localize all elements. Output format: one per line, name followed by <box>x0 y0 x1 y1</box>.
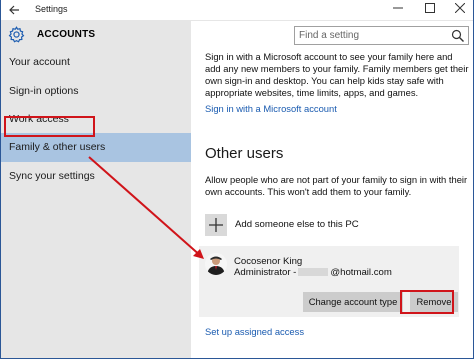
microsoft-account-link[interactable]: Sign in with a Microsoft account <box>205 103 337 114</box>
sidebar-item-label: Your account <box>9 56 70 68</box>
window-title: Settings <box>35 4 68 14</box>
redacted-email <box>298 268 329 277</box>
sidebar-item-label: Sign-in options <box>9 85 79 97</box>
close-button[interactable] <box>445 0 473 21</box>
user-card[interactable]: Cocosenor King Administrator - @hotmail.c… <box>199 246 459 317</box>
maximize-button[interactable] <box>415 0 445 21</box>
arrow-left-icon <box>8 5 19 15</box>
add-user-button[interactable]: Add someone else to this PC <box>205 214 465 236</box>
sidebar-item-label: Sync your settings <box>9 170 95 182</box>
sidebar-header: ACCOUNTS <box>1 21 191 49</box>
gear-icon <box>8 26 25 43</box>
title-bar: Settings <box>1 0 473 21</box>
maximize-icon <box>425 3 435 13</box>
family-description: Sign in with a Microsoft account to see … <box>205 51 469 98</box>
main-content: Sign in with a Microsoft account to see … <box>191 21 473 358</box>
avatar <box>205 253 227 275</box>
sidebar-item-sign-in-options[interactable]: Sign-in options <box>1 77 191 106</box>
page-title: ACCOUNTS <box>37 29 96 40</box>
sidebar-item-label: Work access <box>9 113 69 125</box>
sidebar-item-work-access[interactable]: Work access <box>1 105 191 134</box>
plus-icon <box>209 218 223 232</box>
sidebar-item-label: Family & other users <box>9 141 106 153</box>
plus-tile <box>205 214 227 236</box>
add-user-label: Add someone else to this PC <box>235 219 359 230</box>
change-account-type-button[interactable]: Change account type <box>303 292 403 312</box>
minimize-icon <box>393 7 403 9</box>
user-photo-icon <box>205 253 227 275</box>
sidebar-item-sync-settings[interactable]: Sync your settings <box>1 162 191 191</box>
sidebar-item-your-account[interactable]: Your account <box>1 48 191 77</box>
user-role: Administrator - @hotmail.com <box>234 267 392 278</box>
remove-button[interactable]: Remove <box>410 292 458 312</box>
close-icon <box>454 2 466 14</box>
user-email-suffix: @hotmail.com <box>330 267 392 278</box>
other-users-description: Allow people who are not part of your fa… <box>205 174 468 197</box>
user-name: Cocosenor King <box>234 256 303 267</box>
back-button[interactable] <box>5 2 23 19</box>
minimize-button[interactable] <box>383 0 413 21</box>
sidebar: ACCOUNTS Your account Sign-in options Wo… <box>1 21 191 358</box>
assigned-access-link[interactable]: Set up assigned access <box>205 326 304 337</box>
other-users-heading: Other users <box>205 145 284 162</box>
settings-window: Settings ACCOUNTS Your account Sign-in o… <box>0 0 474 359</box>
user-role-prefix: Administrator - <box>234 267 297 278</box>
sidebar-item-family-other-users[interactable]: Family & other users <box>1 133 191 162</box>
